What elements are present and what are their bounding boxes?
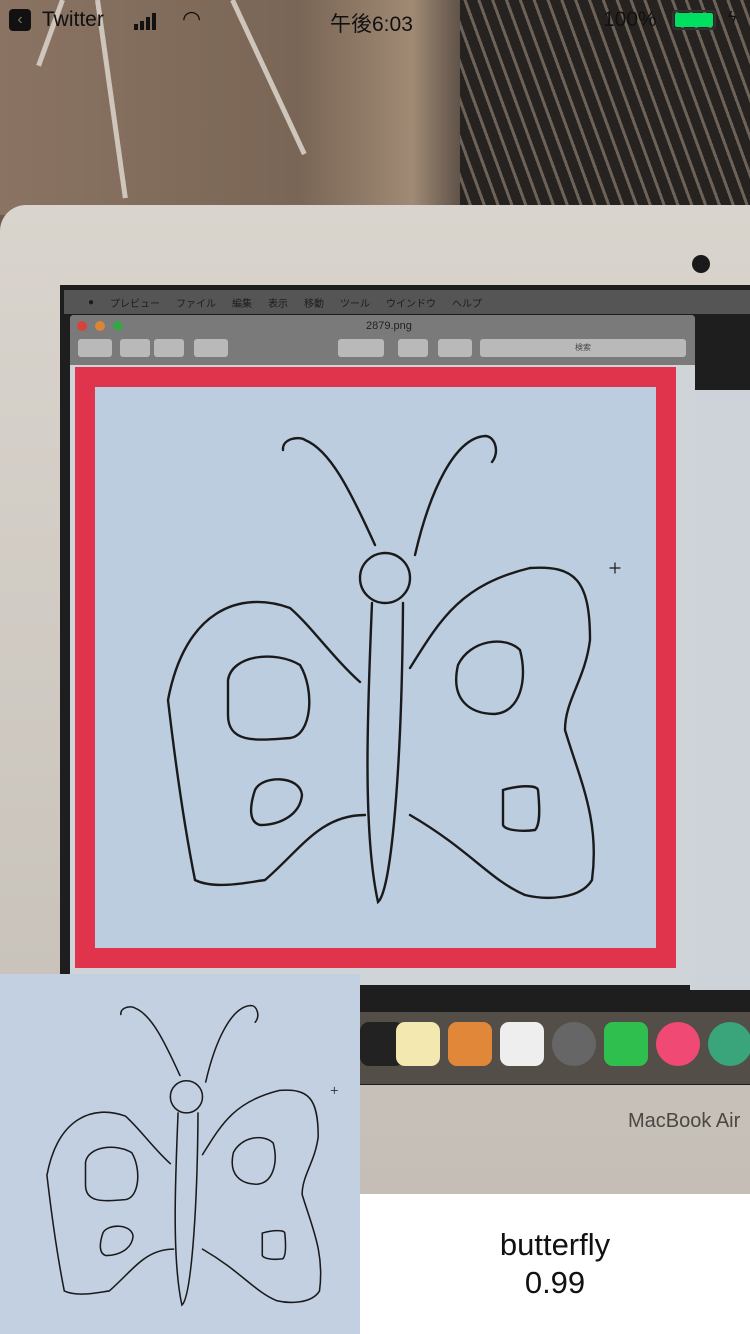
prediction-label: butterfly [499,1227,611,1262]
prediction-panel: butterfly 0.99 [360,1194,750,1334]
clock: 午後6:03 [330,13,413,36]
battery-percent: 100% [603,8,657,31]
detection-bounding-box [75,367,676,968]
signal-icon [134,12,156,30]
butterfly-drawing [166,434,622,904]
back-arrow-icon[interactable]: ‹ [9,9,31,31]
menu-item: 移動 [304,298,325,310]
menu-item: ヘルプ [452,298,483,310]
back-to-app-link[interactable]: Twitter [42,8,104,32]
mac-menubar: ● プレビュー ファイル 編集 表示 移動 ツール ウインドウ ヘルプ [64,290,750,314]
webcam [692,255,710,273]
status-bar: ‹ Twitter ◠ 午後6:03 100% ϟ [0,0,750,40]
menu-item: ウインドウ [386,298,437,310]
menu-item: ファイル [176,298,217,310]
charging-icon: ϟ [728,9,737,26]
battery-icon [672,10,716,30]
apple-icon: ● [88,296,95,308]
desktop-finder [690,390,750,990]
menu-item: 編集 [232,298,253,310]
mac-dock [360,1012,750,1084]
laptop-brand: MacBook Air [628,1110,741,1132]
file-name: 2879.png [366,320,412,332]
menu-item: プレビュー [110,298,161,310]
wifi-icon: ◠ [182,6,202,31]
menu-item: ツール [340,298,371,310]
prediction-confidence: 0.99 [524,1265,586,1300]
butterfly-drawing-thumbnail [46,1004,339,1306]
captured-thumbnail [0,974,360,1334]
menu-item: 表示 [268,298,289,310]
search-field: 検索 [480,339,686,357]
